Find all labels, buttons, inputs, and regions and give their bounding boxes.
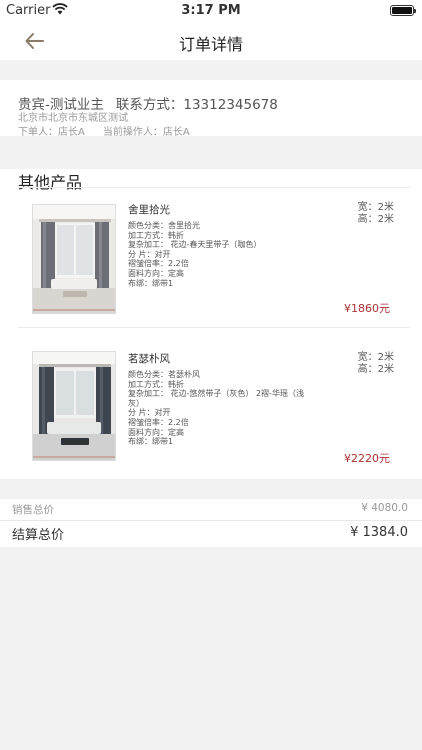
product-split: 分 片：对开 [128, 408, 171, 418]
divider [18, 187, 410, 188]
sale-total-label: 销售总价 [12, 504, 54, 516]
product-height: 高：2米 [357, 364, 394, 375]
divider [18, 327, 410, 328]
product-fold-ratio: 褶皱倍率：2.2倍 [128, 259, 189, 269]
product-dimensions: 宽：2米 高：2米 [358, 352, 394, 376]
product-details: 颜色分类：茗瑟朴风 加工方式：韩折 复杂加工： 花边-悠然带子（灰色） 2褶-华… [128, 370, 308, 447]
product-color-class: 颜色分类：舍里拾光 [128, 221, 200, 230]
product-strap: 布绑：绑带1 [128, 437, 174, 447]
customer-card: 贵宾-测试业主 联系方式：13312345678 北京市北京市东城区测试 下单人：… [0, 80, 422, 138]
product-split: 分 片：对开 [128, 249, 171, 259]
product-price: ¥2220元 [344, 452, 390, 465]
settlement-total-label: 结算总价 [12, 528, 65, 543]
product-complex-process: 复杂加工： 花边-悠然带子（灰色） 2褶-华瑶（浅灰） [128, 389, 304, 408]
product-fold-ratio: 褶皱倍率：2.2倍 [128, 417, 189, 427]
current-operator: 当前操作人：店长A [102, 127, 190, 138]
section-title: 其他产品 [18, 173, 83, 192]
product-complex-process: 复杂加工： 花边-春天里带子（咖色） [128, 240, 262, 250]
product-name: 茗瑟朴风 [128, 353, 170, 365]
product-details: 颜色分类：舍里拾光 加工方式：韩折 复杂加工： 花边-春天里带子（咖色） 分 片… [128, 221, 308, 288]
product-process: 加工方式：韩折 [128, 230, 184, 240]
product-width: 宽：2米 [357, 352, 394, 363]
nav-bar: 订单详情 [0, 22, 422, 60]
order-operators: 下单人：店长A 当前操作人：店长A [18, 123, 208, 138]
order-creator: 下单人：店长A [18, 127, 85, 138]
battery-icon [390, 5, 416, 16]
product-height: 高：2米 [357, 214, 394, 225]
product-image [32, 204, 116, 314]
product-process: 加工方式：韩折 [128, 379, 184, 389]
sale-total-value: ¥ 4080.0 [361, 502, 408, 514]
totals-section: 销售总价 ¥ 4080.0 结算总价 ¥ 1384.0 [0, 499, 422, 547]
product-image [32, 351, 116, 461]
status-bar: Carrier 3:17 PM [0, 0, 422, 22]
customer-address: 北京市北京市东城区测试 [18, 113, 128, 124]
product-fabric-direction: 面料方向：定高 [128, 427, 184, 437]
product-price: ¥1860元 [344, 302, 390, 315]
product-name: 舍里拾光 [128, 204, 170, 216]
clock: 3:17 PM [181, 3, 241, 18]
product-color-class: 颜色分类：茗瑟朴风 [128, 370, 200, 379]
product-item[interactable]: 茗瑟朴风 颜色分类：茗瑟朴风 加工方式：韩折 复杂加工： 花边-悠然带子（灰色）… [0, 349, 422, 477]
product-width: 宽：2米 [357, 202, 394, 213]
customer-contact[interactable]: 联系方式：13312345678 [116, 97, 278, 113]
settlement-total-value: ¥ 1384.0 [350, 525, 408, 540]
product-fabric-direction: 面料方向：定高 [128, 268, 184, 278]
product-dimensions: 宽：2米 高：2米 [358, 202, 394, 226]
product-item[interactable]: 舍里拾光 颜色分类：舍里拾光 加工方式：韩折 复杂加工： 花边-春天里带子（咖色… [0, 199, 422, 327]
products-section: 其他产品 舍里拾光 颜色分类：舍里拾光 加工方式：韩折 复杂加工： 花边-春天里… [0, 169, 422, 479]
divider [0, 520, 422, 521]
product-strap: 布绑：绑带1 [128, 278, 174, 288]
page-title: 订单详情 [178, 35, 243, 54]
